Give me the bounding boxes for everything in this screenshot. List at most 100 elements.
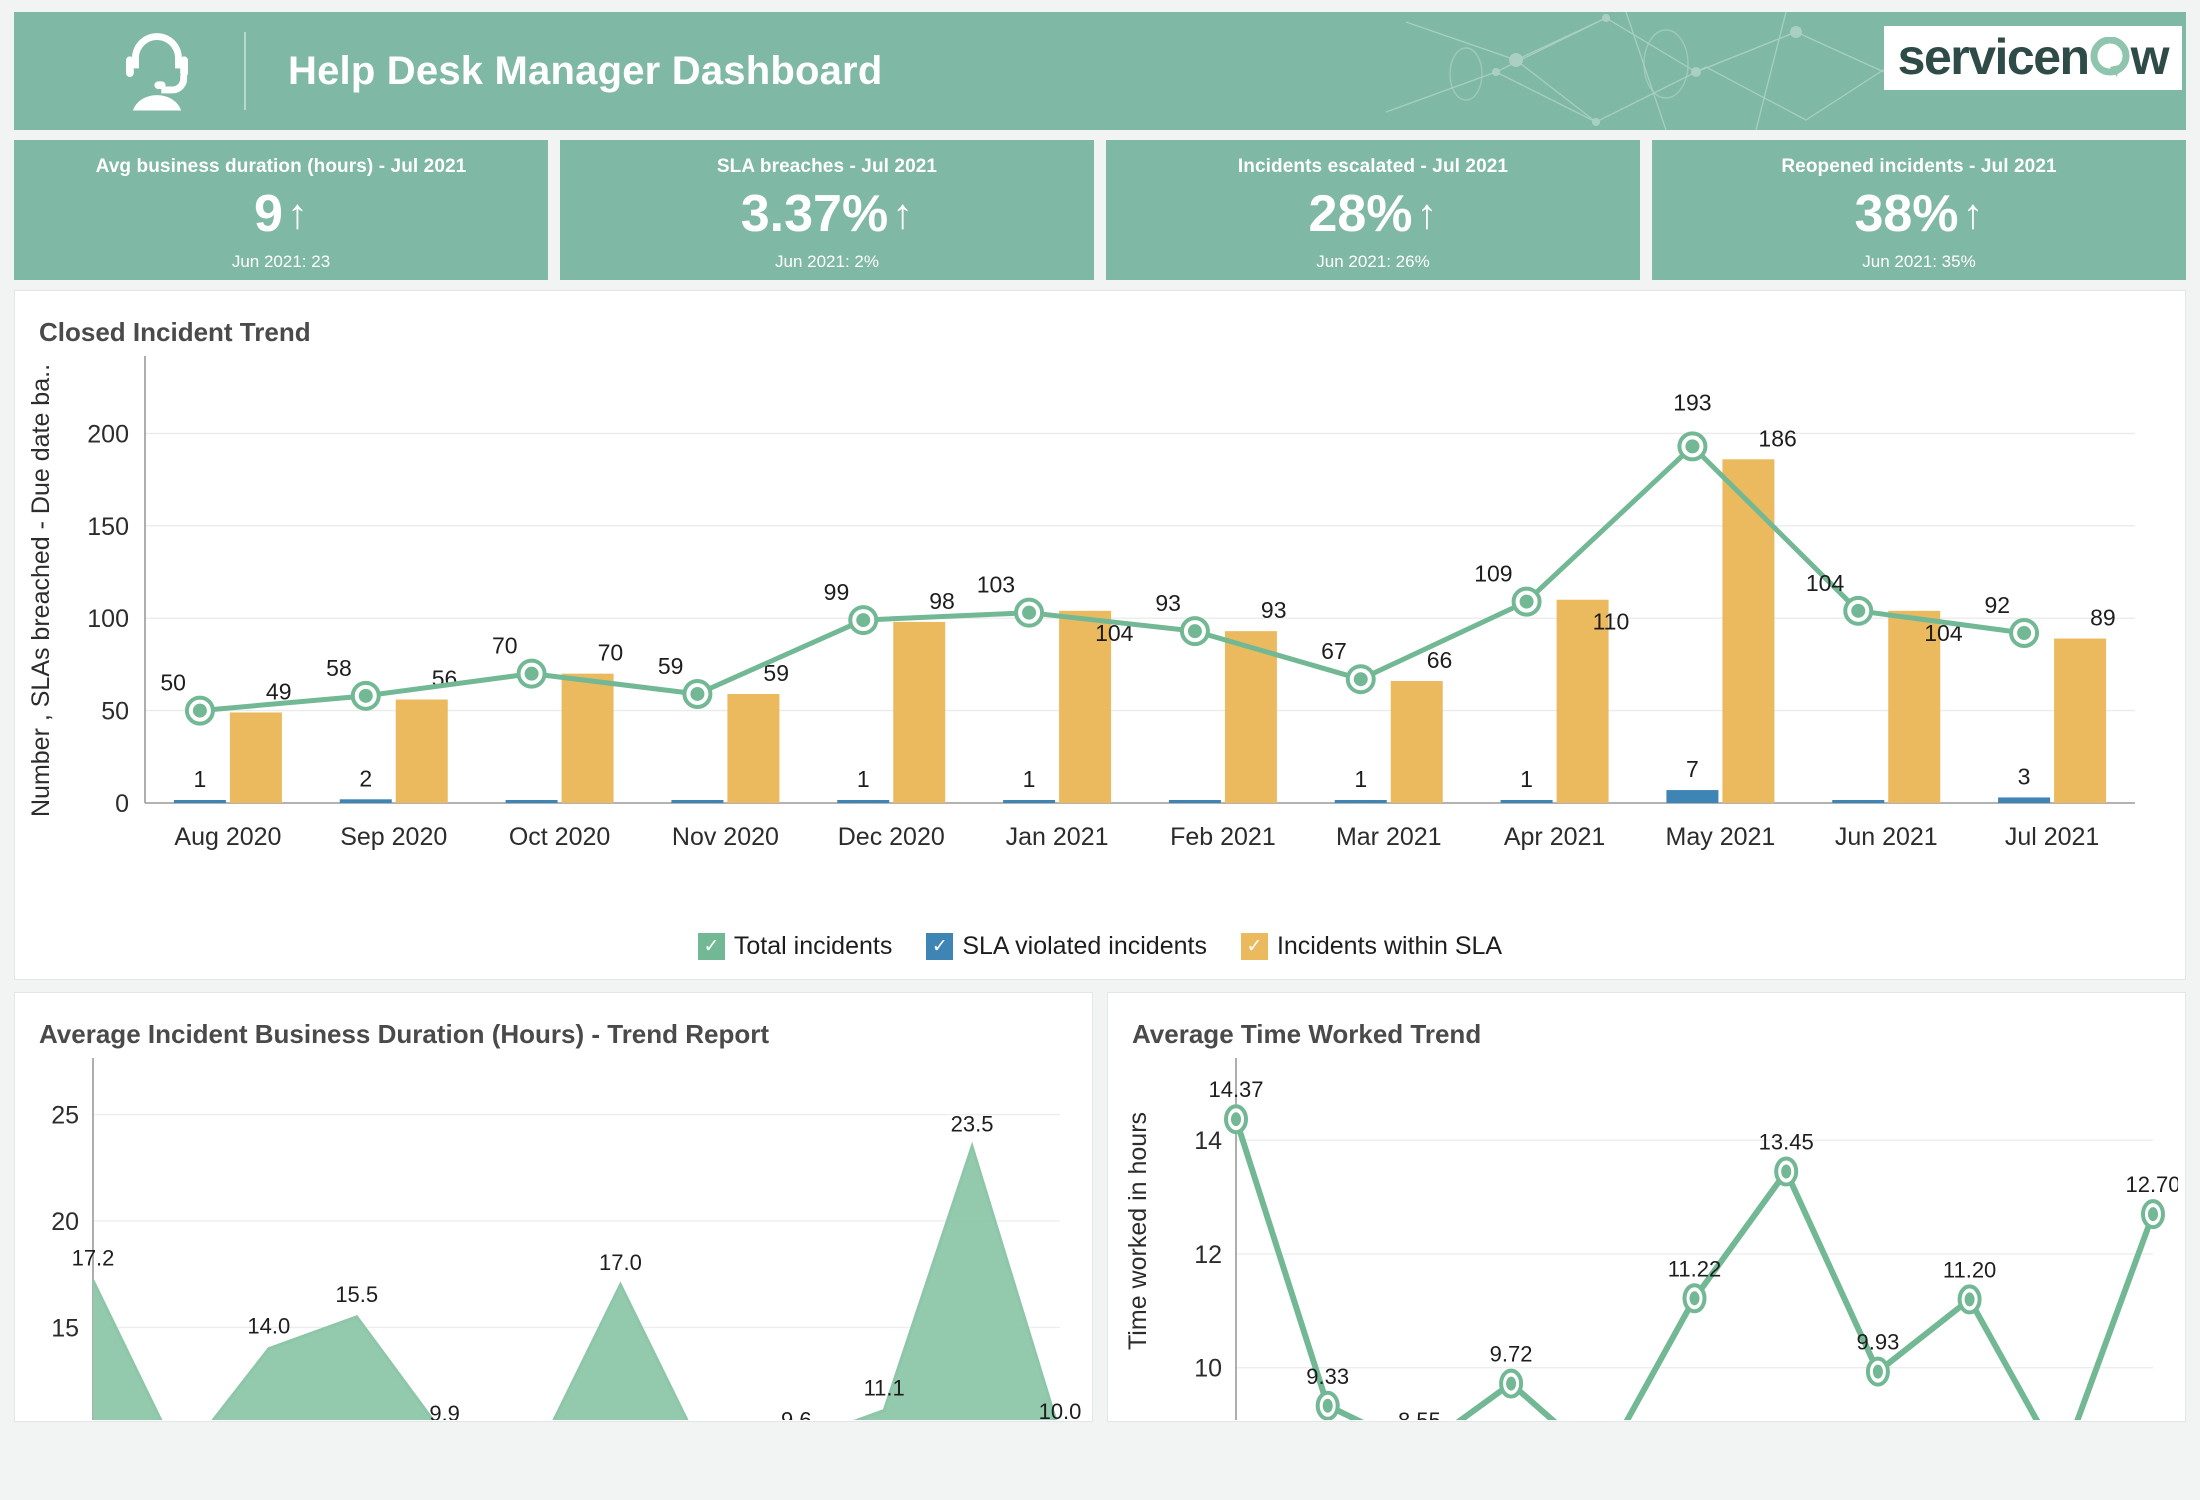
kpi-row: Avg business duration (hours) - Jul 2021…: [14, 140, 2186, 280]
header-divider: [244, 32, 246, 110]
svg-text:1: 1: [857, 766, 870, 792]
legend-checkbox-sla-violated-incidents[interactable]: ✓: [926, 933, 953, 960]
kpi-title: SLA breaches - Jul 2021: [717, 156, 937, 178]
svg-text:200: 200: [87, 420, 129, 448]
svg-text:Apr 2021: Apr 2021: [1504, 823, 1605, 851]
svg-text:Jan 2021: Jan 2021: [1006, 823, 1109, 851]
headset-agent-icon: [114, 28, 200, 114]
svg-text:Oct 2020: Oct 2020: [509, 823, 610, 851]
svg-text:1: 1: [1023, 766, 1036, 792]
kpi-card-reopened-incidents[interactable]: Reopened incidents - Jul 2021 38% ↑ Jun …: [1652, 140, 2186, 280]
svg-text:193: 193: [1673, 389, 1711, 415]
svg-text:9.9: 9.9: [429, 1401, 460, 1420]
svg-text:15: 15: [51, 1314, 79, 1342]
kpi-previous-value: Jun 2021: 35%: [1862, 252, 1975, 272]
svg-text:11.1: 11.1: [864, 1375, 905, 1400]
svg-text:58: 58: [326, 655, 352, 681]
svg-text:93: 93: [1261, 597, 1287, 623]
svg-text:104: 104: [1806, 570, 1845, 596]
svg-text:9.72: 9.72: [1490, 1342, 1533, 1367]
svg-text:Aug 2020: Aug 2020: [174, 823, 281, 851]
kpi-previous-value: Jun 2021: 23: [232, 252, 330, 272]
logo-text-part-one: servicen: [1898, 32, 2089, 82]
logo-speech-bubble-o-icon: [2090, 37, 2130, 77]
kpi-value-group: 3.37% ↑: [741, 188, 913, 240]
kpi-title: Reopened incidents - Jul 2021: [1781, 156, 2056, 178]
svg-text:May 2021: May 2021: [1666, 823, 1776, 851]
svg-text:93: 93: [1155, 590, 1181, 616]
trend-up-arrow-icon: ↑: [892, 193, 913, 235]
svg-text:50: 50: [160, 670, 186, 696]
svg-text:1: 1: [194, 766, 207, 792]
svg-text:Number , SLAs breached - Due d: Number , SLAs breached - Due date ba..: [27, 364, 55, 817]
chart-legend: ✓ Total incidents ✓ SLA violated inciden…: [15, 932, 2185, 961]
svg-text:9.93: 9.93: [1856, 1330, 1899, 1355]
kpi-previous-value: Jun 2021: 26%: [1316, 252, 1429, 272]
trend-up-arrow-icon: ↑: [287, 193, 308, 235]
kpi-card-avg-business-duration[interactable]: Avg business duration (hours) - Jul 2021…: [14, 140, 548, 280]
trend-up-arrow-icon: ↑: [1417, 193, 1438, 235]
svg-text:Time worked in hours: Time worked in hours: [1124, 1112, 1152, 1350]
svg-text:Jul 2021: Jul 2021: [2005, 823, 2100, 851]
kpi-value: 38%: [1854, 188, 1958, 240]
svg-text:Dec 2020: Dec 2020: [838, 823, 945, 851]
kpi-card-sla-breaches[interactable]: SLA breaches - Jul 2021 3.37% ↑ Jun 2021…: [560, 140, 1094, 280]
svg-text:100: 100: [87, 605, 129, 633]
svg-text:66: 66: [1427, 647, 1453, 673]
svg-text:3: 3: [2018, 763, 2031, 789]
svg-text:17.0: 17.0: [599, 1250, 642, 1275]
svg-text:11.22: 11.22: [1668, 1256, 1721, 1281]
kpi-value: 9: [254, 188, 283, 240]
svg-text:70: 70: [492, 633, 518, 659]
svg-text:67: 67: [1321, 638, 1347, 664]
svg-text:Jun 2021: Jun 2021: [1835, 823, 1938, 851]
legend-item-sla-violated-incidents[interactable]: ✓ SLA violated incidents: [926, 932, 1207, 961]
legend-checkbox-incidents-within-sla[interactable]: ✓: [1241, 933, 1268, 960]
kpi-value: 3.37%: [741, 188, 888, 240]
legend-label: Total incidents: [734, 932, 892, 961]
svg-text:25: 25: [51, 1102, 79, 1130]
network-decoration: [1366, 12, 1926, 130]
svg-text:Nov 2020: Nov 2020: [672, 823, 779, 851]
svg-text:109: 109: [1474, 561, 1512, 587]
svg-text:Mar 2021: Mar 2021: [1336, 823, 1442, 851]
svg-text:150: 150: [87, 513, 129, 541]
avg-incident-business-duration-chart[interactable]: 1015202517.28.714.015.59.917.09.611.123.…: [15, 1050, 1085, 1420]
svg-text:1: 1: [1520, 766, 1533, 792]
servicenow-logo: servicen w: [1884, 26, 2182, 90]
kpi-card-incidents-escalated[interactable]: Incidents escalated - Jul 2021 28% ↑ Jun…: [1106, 140, 1640, 280]
legend-label: Incidents within SLA: [1277, 932, 1502, 961]
svg-text:8.55: 8.55: [1398, 1408, 1441, 1420]
average-time-worked-trend-chart[interactable]: 101214Time worked in hours14.379.338.559…: [1108, 1050, 2178, 1420]
legend-checkbox-total-incidents[interactable]: ✓: [698, 933, 725, 960]
svg-text:186: 186: [1758, 425, 1796, 451]
svg-text:0: 0: [115, 790, 129, 818]
svg-text:13.45: 13.45: [1759, 1130, 1814, 1155]
svg-text:59: 59: [658, 653, 684, 679]
svg-text:98: 98: [929, 588, 955, 614]
svg-text:50: 50: [101, 698, 129, 726]
legend-item-incidents-within-sla[interactable]: ✓ Incidents within SLA: [1241, 932, 1502, 961]
avg-incident-business-duration-title: Average Incident Business Duration (Hour…: [15, 993, 1092, 1050]
svg-text:12: 12: [1194, 1241, 1222, 1269]
kpi-value-group: 38% ↑: [1854, 188, 1983, 240]
legend-label: SLA violated incidents: [962, 932, 1207, 961]
page-title: Help Desk Manager Dashboard: [288, 49, 882, 94]
avg-incident-business-duration-panel: Average Incident Business Duration (Hour…: [14, 992, 1093, 1422]
svg-text:70: 70: [598, 640, 624, 666]
svg-text:10.0: 10.0: [1039, 1399, 1082, 1420]
svg-text:17.2: 17.2: [72, 1246, 115, 1271]
logo-text-part-two: w: [2131, 32, 2168, 82]
svg-text:9.6: 9.6: [781, 1407, 812, 1420]
app-header: Help Desk Manager Dashboard servicen w: [14, 12, 2186, 130]
average-time-worked-trend-title: Average Time Worked Trend: [1108, 993, 2185, 1050]
svg-text:99: 99: [824, 579, 850, 605]
kpi-previous-value: Jun 2021: 2%: [775, 252, 879, 272]
legend-item-total-incidents[interactable]: ✓ Total incidents: [698, 932, 892, 961]
closed-incident-trend-chart[interactable]: 050100150200Number , SLAs breached - Due…: [15, 348, 2185, 908]
svg-text:11.20: 11.20: [1943, 1257, 1996, 1282]
kpi-value-group: 9 ↑: [254, 188, 308, 240]
svg-text:23.5: 23.5: [951, 1111, 994, 1136]
svg-text:110: 110: [1593, 609, 1630, 635]
bottom-charts-row: Average Incident Business Duration (Hour…: [14, 992, 2186, 1422]
